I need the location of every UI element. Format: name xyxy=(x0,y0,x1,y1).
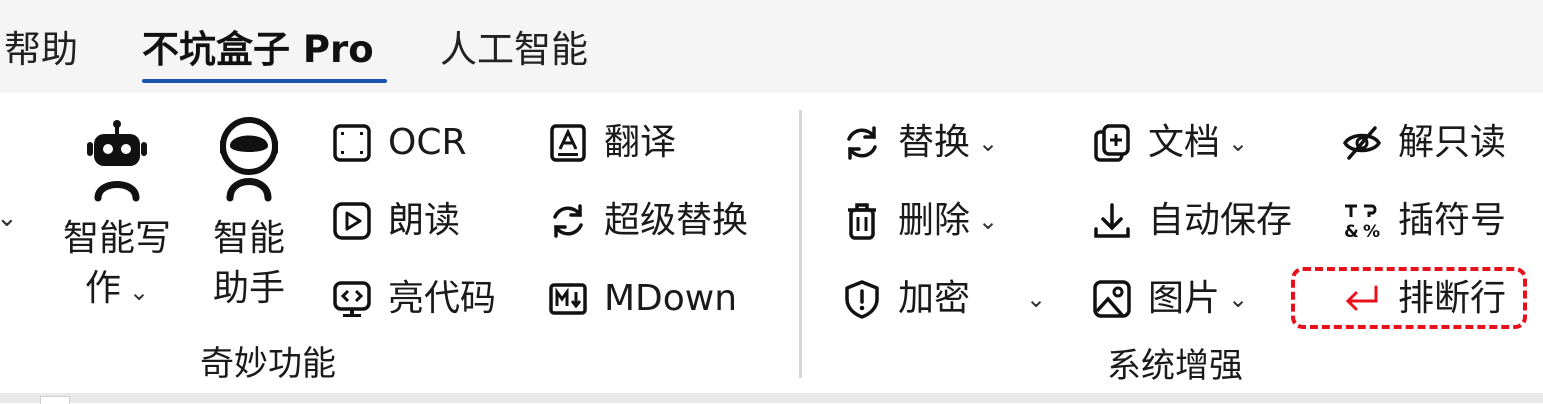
tab-help[interactable]: 帮助 xyxy=(4,26,78,74)
delete-button[interactable]: 删除 ⌄ xyxy=(842,199,998,243)
refresh-icon xyxy=(553,204,583,238)
image-button[interactable]: 图片 ⌄ xyxy=(1092,277,1248,321)
ocr-button[interactable]: OCR xyxy=(332,121,467,165)
shield-icon xyxy=(845,280,879,319)
eye-off-icon xyxy=(1342,126,1382,160)
ribbon-tabbar: 帮助 不坑盒子 Pro 人工智能 xyxy=(0,0,1543,93)
markdown-button[interactable]: MDown xyxy=(548,277,737,321)
tab-ai[interactable]: 人工智能 xyxy=(440,26,588,74)
svg-text:&: & xyxy=(1344,222,1359,242)
insert-symbol-button[interactable]: & % 插符号 xyxy=(1342,199,1506,243)
document-area-edge xyxy=(0,393,1543,403)
symbols-icon: & % xyxy=(1344,204,1380,242)
chevron-down-icon[interactable]: ⌄ xyxy=(978,207,998,235)
add-document-icon xyxy=(1094,124,1130,162)
svg-text:%: % xyxy=(1363,222,1380,242)
download-icon xyxy=(1094,203,1130,238)
active-tab-indicator xyxy=(142,79,387,83)
encrypt-button[interactable]: 加密 ⌄ xyxy=(842,277,1046,321)
read-aloud-button[interactable]: 朗读 xyxy=(332,199,460,243)
smart-writing-label-line2: 作 ⌄ xyxy=(84,268,150,309)
tab-bukeng-pro[interactable]: 不坑盒子 Pro xyxy=(142,26,374,74)
group-label-system: 系统增强 xyxy=(1107,346,1243,386)
play-icon xyxy=(333,202,371,240)
highlight-code-button[interactable]: 亮代码 xyxy=(332,277,496,321)
robot-icon xyxy=(87,120,147,202)
markdown-label: MDown xyxy=(604,278,738,319)
translate-button[interactable]: 翻译 xyxy=(548,121,676,165)
translate-icon xyxy=(550,124,586,162)
document-label: 文档 xyxy=(1148,122,1221,163)
markdown-icon xyxy=(549,283,587,315)
unlock-readonly-label: 解只读 xyxy=(1398,122,1507,163)
chevron-down-icon[interactable]: ⌄ xyxy=(1026,285,1046,313)
super-replace-button[interactable]: 超级替换 xyxy=(548,199,748,243)
document-button[interactable]: 文档 ⌄ xyxy=(1092,121,1248,165)
replace-button[interactable]: 替换 ⌄ xyxy=(842,121,998,165)
group-separator xyxy=(799,110,802,378)
chevron-down-icon[interactable]: ⌄ xyxy=(1228,129,1248,157)
chevron-down-icon: ⌄ xyxy=(128,278,150,306)
smart-assistant-label-line1: 智能 xyxy=(212,218,285,259)
code-monitor-icon xyxy=(333,281,371,317)
smart-writing-label-line1: 智能写 xyxy=(62,218,171,259)
chevron-down-icon[interactable]: ⌄ xyxy=(1228,285,1248,313)
astronaut-icon xyxy=(220,117,278,202)
highlight-annotation-box xyxy=(1291,267,1527,329)
encrypt-label: 加密 xyxy=(898,278,971,319)
collapsed-group-caret[interactable]: ⌄ xyxy=(0,203,18,233)
delete-label: 删除 xyxy=(898,200,971,241)
unlock-readonly-button[interactable]: 解只读 xyxy=(1342,121,1506,165)
ocr-label: OCR xyxy=(388,122,467,163)
group-label-magic: 奇妙功能 xyxy=(200,344,336,384)
replace-icon xyxy=(847,126,877,160)
image-icon xyxy=(1093,280,1131,318)
insert-symbol-label: 插符号 xyxy=(1398,200,1507,241)
highlight-code-label: 亮代码 xyxy=(388,278,497,319)
autosave-button[interactable]: 自动保存 xyxy=(1092,199,1292,243)
super-replace-label: 超级替换 xyxy=(604,200,749,241)
translate-label: 翻译 xyxy=(604,122,677,163)
smart-writing-button[interactable]: 智能写 作 ⌄ xyxy=(60,118,174,317)
scan-frame-icon xyxy=(333,124,371,162)
replace-label: 替换 xyxy=(898,122,971,163)
smart-assistant-label-line2: 助手 xyxy=(212,268,285,309)
read-aloud-label: 朗读 xyxy=(388,200,461,241)
smart-assistant-button[interactable]: 智能 助手 xyxy=(196,117,302,314)
image-label: 图片 xyxy=(1148,278,1221,319)
autosave-label: 自动保存 xyxy=(1148,200,1293,241)
chevron-down-icon[interactable]: ⌄ xyxy=(978,129,998,157)
trash-icon xyxy=(848,203,876,240)
